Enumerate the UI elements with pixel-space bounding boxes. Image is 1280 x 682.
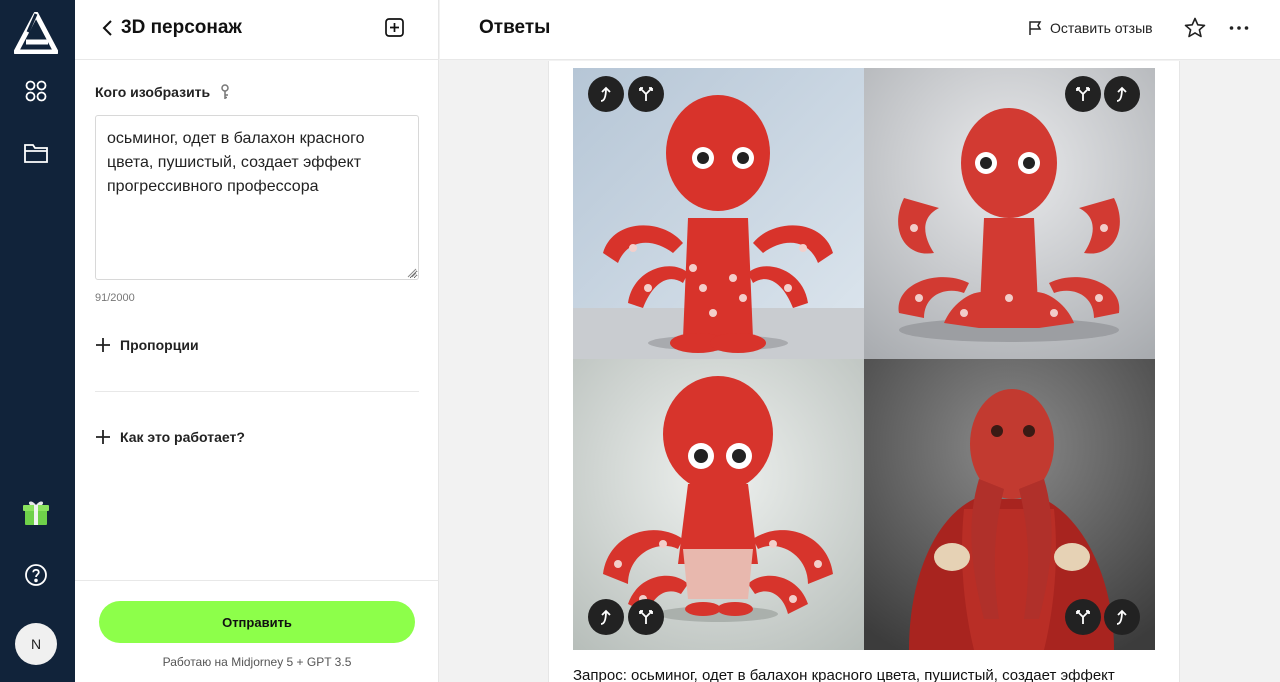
- arrow-up-icon: [600, 609, 611, 625]
- powered-by-text: Работаю на Midjorney 5 + GPT 3.5: [162, 655, 352, 669]
- nav-rail: N: [0, 0, 75, 682]
- variations-button[interactable]: [628, 599, 664, 635]
- branch-icon: [639, 87, 653, 101]
- tool-panel: 3D персонаж Кого изобразить осьминог, од…: [75, 0, 439, 682]
- upscale-button[interactable]: [588, 76, 624, 112]
- main-header: Ответы Оставить отзыв: [440, 0, 1280, 60]
- new-chat-button[interactable]: [384, 17, 406, 39]
- panel-header: 3D персонаж: [75, 0, 439, 60]
- feedback-button[interactable]: Оставить отзыв: [1028, 17, 1153, 39]
- field-label: Кого изобразить: [95, 84, 230, 100]
- prompt-caption: Запрос: осьминог, одет в балахон красног…: [573, 667, 1115, 682]
- flag-icon: [1029, 21, 1042, 35]
- logo-icon[interactable]: [13, 11, 59, 55]
- branch-icon: [1076, 87, 1090, 101]
- image-grid: [573, 68, 1156, 650]
- arrow-up-icon: [600, 86, 611, 102]
- char-counter: 91/2000: [95, 292, 135, 304]
- key-icon[interactable]: [220, 84, 230, 100]
- arrow-up-icon: [1116, 609, 1127, 625]
- favorite-star-icon[interactable]: [1183, 16, 1207, 40]
- back-button[interactable]: 3D персонаж: [101, 16, 242, 40]
- arrow-up-icon: [1116, 86, 1127, 102]
- plus-square-icon: [385, 18, 404, 37]
- send-button[interactable]: Отправить: [99, 601, 415, 643]
- panel-title: 3D персонаж: [121, 17, 242, 38]
- branch-icon: [1076, 610, 1090, 624]
- panel-footer: Отправить Работаю на Midjorney 5 + GPT 3…: [75, 580, 439, 682]
- response-card: Запрос: осьминог, одет в балахон красног…: [548, 61, 1180, 682]
- generated-image-4[interactable]: [864, 359, 1155, 650]
- folder-icon[interactable]: [18, 135, 54, 171]
- plus-icon: [96, 430, 110, 444]
- user-avatar[interactable]: N: [15, 623, 57, 665]
- apps-grid-icon[interactable]: [18, 73, 54, 109]
- prompt-textarea[interactable]: осьминог, одет в балахон красного цвета,…: [95, 115, 419, 280]
- branch-icon: [639, 610, 653, 624]
- more-options-icon[interactable]: [1227, 16, 1251, 40]
- how-it-works-label: Как это работает?: [120, 429, 245, 445]
- generated-image-3[interactable]: [573, 359, 864, 650]
- help-icon[interactable]: [18, 557, 54, 593]
- upscale-button[interactable]: [588, 599, 624, 635]
- divider: [95, 391, 419, 392]
- proportions-toggle[interactable]: Пропорции: [95, 334, 199, 356]
- upscale-button[interactable]: [1104, 76, 1140, 112]
- page-title: Ответы: [479, 17, 551, 38]
- upscale-button[interactable]: [1104, 599, 1140, 635]
- resize-handle-icon[interactable]: [407, 268, 417, 278]
- plus-icon: [96, 338, 110, 352]
- responses-area: Запрос: осьминог, одет в балахон красног…: [440, 61, 1280, 682]
- app-window: N 3D персонаж Кого изобразить осьминог, …: [0, 0, 1280, 682]
- generated-image-1[interactable]: [573, 68, 864, 359]
- proportions-label: Пропорции: [120, 337, 199, 353]
- chevron-left-icon: [102, 20, 112, 36]
- gift-icon[interactable]: [18, 494, 54, 530]
- variations-button[interactable]: [1065, 76, 1101, 112]
- generated-image-2[interactable]: [864, 68, 1155, 359]
- variations-button[interactable]: [1065, 599, 1101, 635]
- variations-button[interactable]: [628, 76, 664, 112]
- how-it-works-toggle[interactable]: Как это работает?: [95, 426, 245, 448]
